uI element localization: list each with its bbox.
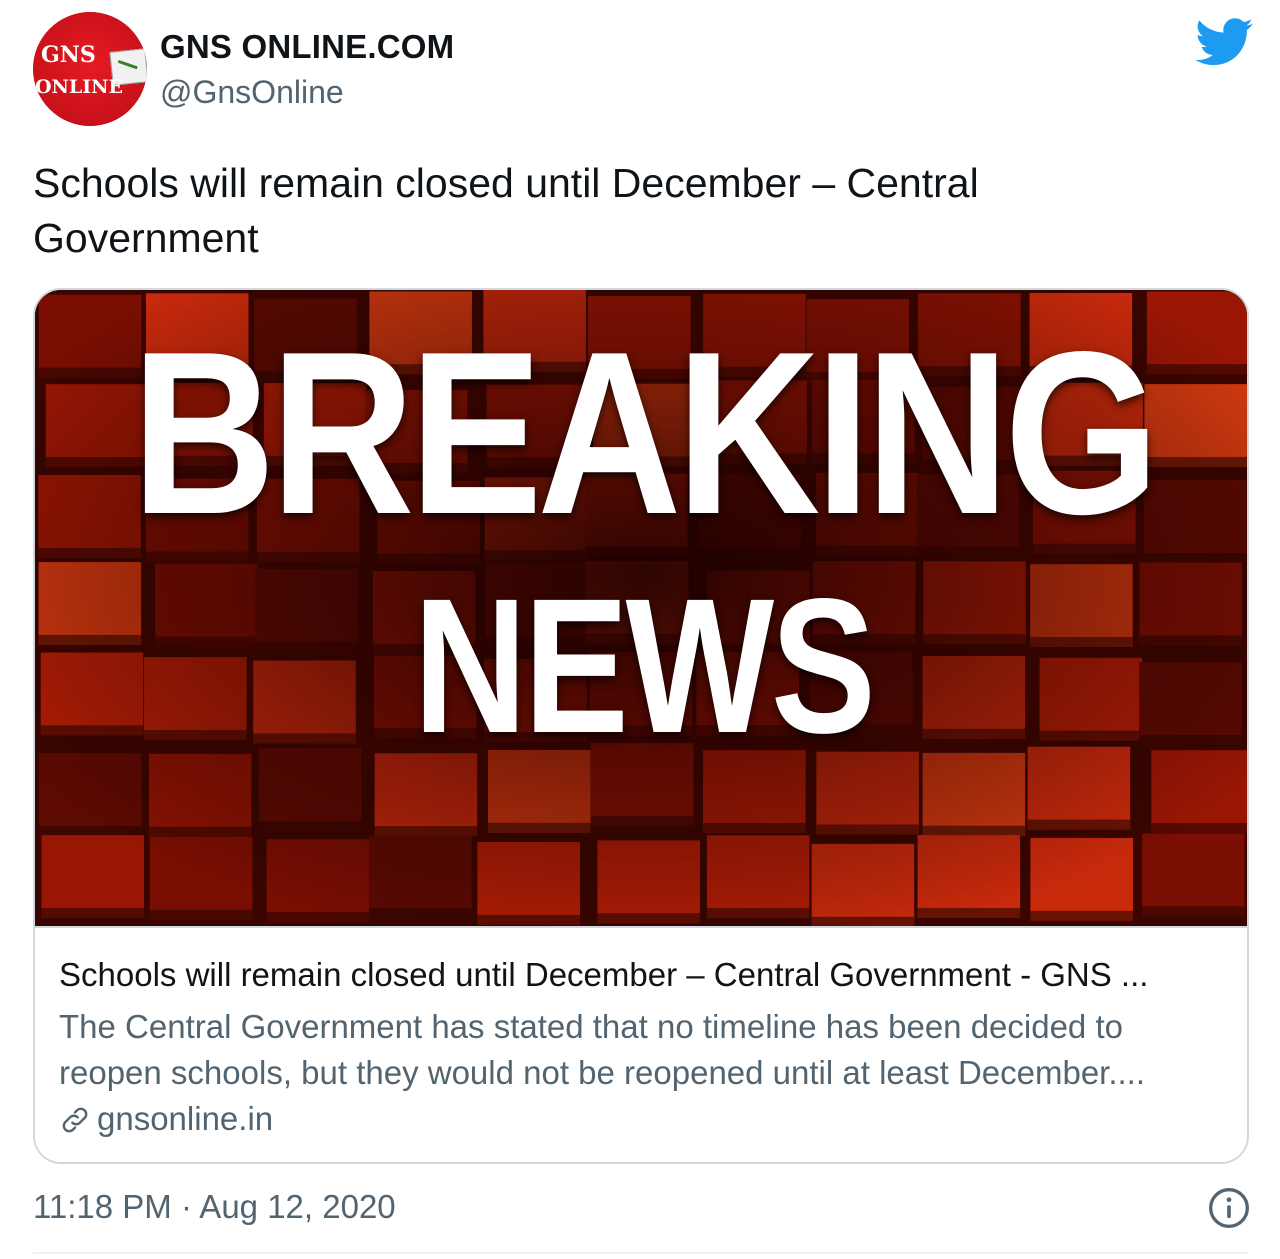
card-image[interactable]: BREAKING NEWS xyxy=(35,290,1247,926)
info-icon[interactable] xyxy=(1207,1186,1251,1230)
author-display-name[interactable]: GNS ONLINE.COM xyxy=(160,28,454,66)
avatar[interactable]: GNS ONLINE xyxy=(33,12,147,126)
divider xyxy=(33,1252,1249,1254)
tweet-timestamp[interactable]: 11:18 PM · Aug 12, 2020 xyxy=(33,1188,396,1226)
author-handle[interactable]: @GnsOnline xyxy=(160,74,344,111)
link-icon xyxy=(62,1107,88,1133)
card-domain-text: gnsonline.in xyxy=(97,1100,274,1137)
card-title[interactable]: Schools will remain closed until Decembe… xyxy=(59,956,1229,994)
card-domain[interactable]: gnsonline.in xyxy=(59,1100,273,1138)
breaking-headline: BREAKING xyxy=(131,304,1160,563)
avatar-logo-text-top: GNS xyxy=(41,42,96,68)
tweet-text: Schools will remain closed until Decembe… xyxy=(33,160,979,261)
news-headline: NEWS xyxy=(413,558,875,773)
twitter-bird-icon[interactable] xyxy=(1196,18,1254,66)
avatar-logo-text-bottom: ONLINE xyxy=(35,76,124,98)
link-preview-card[interactable]: BREAKING NEWS Schools will remain closed… xyxy=(33,288,1249,1164)
card-info[interactable]: Schools will remain closed until Decembe… xyxy=(35,926,1247,1162)
card-description: The Central Government has stated that n… xyxy=(59,1008,1146,1091)
